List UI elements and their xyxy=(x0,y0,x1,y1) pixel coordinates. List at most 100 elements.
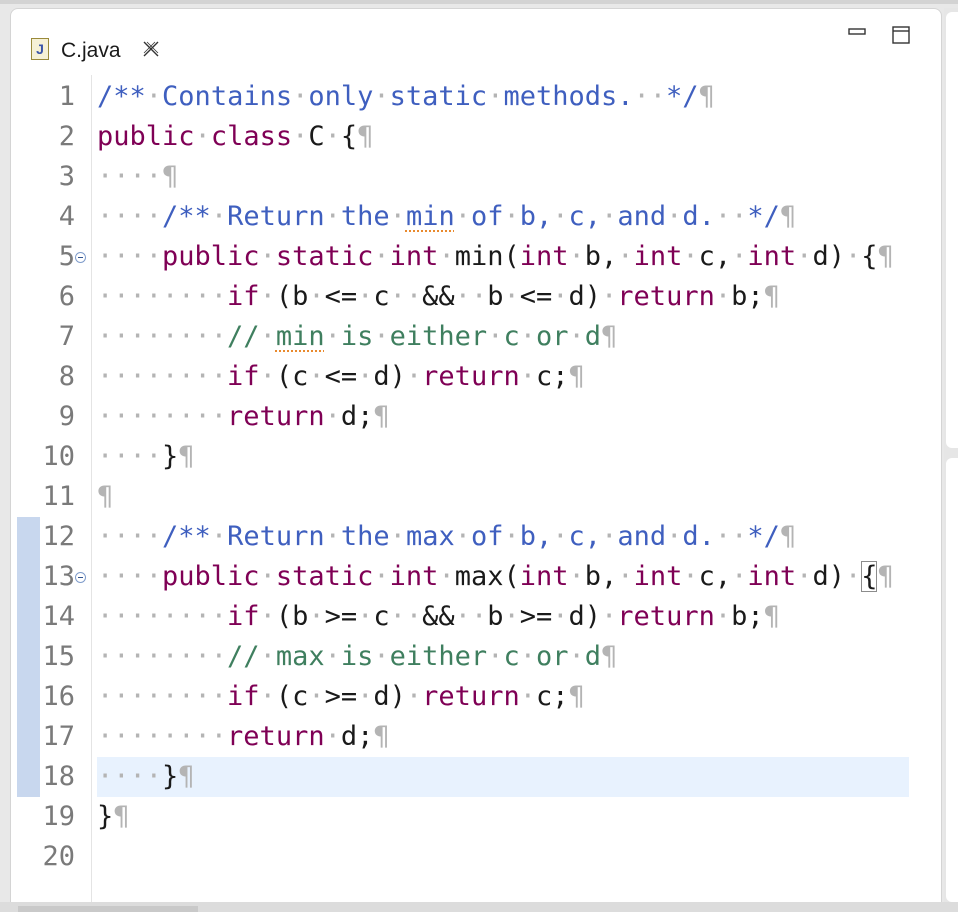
code-token: && xyxy=(422,281,455,312)
code-text: /**·Contains·only·static·methods.··*/¶ xyxy=(97,77,715,117)
code-token: ¶ xyxy=(97,481,114,512)
code-line[interactable]: 16 ········if·(c·>=·d)·return·c;¶ xyxy=(11,677,941,717)
code-line[interactable]: 3 ····¶ xyxy=(11,157,941,197)
code-token: ········ xyxy=(97,401,228,432)
code-token: · xyxy=(405,361,423,392)
code-token: · xyxy=(731,241,748,272)
code-token: ·· xyxy=(714,521,748,552)
code-line[interactable]: 12 ····/**·Return·the·max·of·b,·c,·and·d.… xyxy=(11,517,941,557)
code-token: min xyxy=(275,321,325,352)
code-token: ········ xyxy=(97,361,228,392)
minimize-icon[interactable] xyxy=(847,25,867,45)
code-token: max( xyxy=(454,561,520,592)
code-line[interactable]: 10 ····}¶ xyxy=(11,437,941,477)
code-token: int xyxy=(389,241,439,272)
code-token: · xyxy=(552,281,569,312)
code-line[interactable]: 19}¶ xyxy=(11,797,941,837)
code-token: · xyxy=(357,601,374,632)
code-token: ¶ xyxy=(779,201,797,232)
code-token: · xyxy=(373,241,390,272)
code-token: · xyxy=(292,121,309,152)
code-line[interactable]: 13 ····public·static·int·max(int·b,·int·c… xyxy=(11,557,941,597)
code-token: b xyxy=(487,601,504,632)
code-token: */ xyxy=(666,81,699,112)
code-token: { xyxy=(861,241,878,272)
code-token: { xyxy=(340,121,358,152)
code-token: d; xyxy=(340,721,374,752)
code-token: ·· xyxy=(714,201,748,232)
code-token: · xyxy=(519,641,536,672)
close-x-icon[interactable] xyxy=(141,39,161,59)
line-number: 12 xyxy=(42,521,75,552)
code-token: of xyxy=(470,201,504,232)
code-token: and xyxy=(617,521,667,552)
code-token: · xyxy=(682,561,699,592)
code-token: b, xyxy=(519,201,553,232)
code-token: int xyxy=(747,241,797,272)
code-token: · xyxy=(552,601,569,632)
fold-collapse-icon[interactable] xyxy=(75,252,86,263)
code-token: · xyxy=(601,281,618,312)
code-line[interactable]: 20 xyxy=(11,837,941,877)
code-token: max xyxy=(405,521,455,552)
code-token: d. xyxy=(682,521,715,552)
code-line[interactable]: 11 ¶ xyxy=(11,477,941,517)
code-text: ····/**·Return·the·max·of·b,·c,·and·d.··… xyxy=(97,517,796,557)
code-token: ¶ xyxy=(763,281,780,312)
code-token: (b xyxy=(275,281,309,312)
tab-c-java[interactable]: J C.java xyxy=(17,17,172,73)
line-number: 20 xyxy=(42,841,75,872)
code-line[interactable]: 7 ········//·min·is·either·c·or·d¶ xyxy=(11,317,941,357)
code-token: d. xyxy=(682,201,715,232)
code-token: ¶ xyxy=(568,361,585,392)
code-token: public xyxy=(97,121,195,152)
code-line[interactable]: 6 ········if·(b·<=·c··&&··b·<=·d)·return·… xyxy=(11,277,941,317)
maximize-icon[interactable] xyxy=(891,25,911,45)
code-token: · xyxy=(454,201,471,232)
code-area[interactable]: 1 /**·Contains·only·static·methods.··*/¶ 2… xyxy=(11,75,941,903)
code-text: ····public·static·int·max(int·b,·int·c,·… xyxy=(97,557,894,597)
code-token: · xyxy=(568,641,585,672)
code-line[interactable]: 9 ········return·d;¶ xyxy=(11,397,941,437)
code-token: C xyxy=(308,121,325,152)
line-number: 1 xyxy=(58,81,75,112)
line-number: 15 xyxy=(42,641,75,672)
code-token: · xyxy=(259,681,276,712)
code-line[interactable]: 2 public·class·C·{¶ xyxy=(11,117,941,157)
code-text: ········if·(b·>=·c··&&··b·>=·d)·return·b… xyxy=(97,597,780,637)
code-token: · xyxy=(666,201,683,232)
code-token: class xyxy=(210,121,293,152)
code-token: (c xyxy=(275,361,309,392)
code-line[interactable]: 5 ····public·static·int·min(int·b,·int·c,… xyxy=(11,237,941,277)
code-token: <= xyxy=(324,281,358,312)
line-number: 10 xyxy=(42,441,75,472)
horizontal-scrollbar[interactable] xyxy=(18,906,198,912)
code-line[interactable]: 15 ········//·max·is·either·c·or·d¶ xyxy=(11,637,941,677)
code-token: · xyxy=(844,561,862,592)
code-token: } xyxy=(162,761,179,792)
code-token: · xyxy=(438,241,455,272)
code-line[interactable]: 8 ········if·(c·<=·d)·return·c;¶ xyxy=(11,357,941,397)
code-token: (c xyxy=(275,681,309,712)
code-token: ········ xyxy=(97,681,228,712)
code-line[interactable]: 17 ········return·d;¶ xyxy=(11,717,941,757)
code-line[interactable]: 4 ····/**·Return·the·min·of·b,·c,·and·d.·… xyxy=(11,197,941,237)
code-token: · xyxy=(731,561,748,592)
code-text: ········return·d;¶ xyxy=(97,397,390,437)
code-token: · xyxy=(617,561,634,592)
line-number: 4 xyxy=(58,201,75,232)
code-text: public·class·C·{¶ xyxy=(97,117,373,157)
code-line[interactable]: 1 /**·Contains·only·static·methods.··*/¶ xyxy=(11,77,941,117)
code-line[interactable]: 18 ····}¶ xyxy=(11,757,941,797)
fold-collapse-icon[interactable] xyxy=(75,572,86,583)
code-token: · xyxy=(259,281,276,312)
code-token: · xyxy=(259,321,276,352)
code-token: } xyxy=(162,441,179,472)
code-token: · xyxy=(568,561,585,592)
code-token: ¶ xyxy=(113,801,130,832)
side-panel-top xyxy=(946,12,958,448)
line-number: 17 xyxy=(42,721,75,752)
code-token: ········ xyxy=(97,721,228,752)
code-text: ····}¶ xyxy=(97,437,195,477)
code-line[interactable]: 14 ········if·(b·>=·c··&&··b·>=·d)·return… xyxy=(11,597,941,637)
